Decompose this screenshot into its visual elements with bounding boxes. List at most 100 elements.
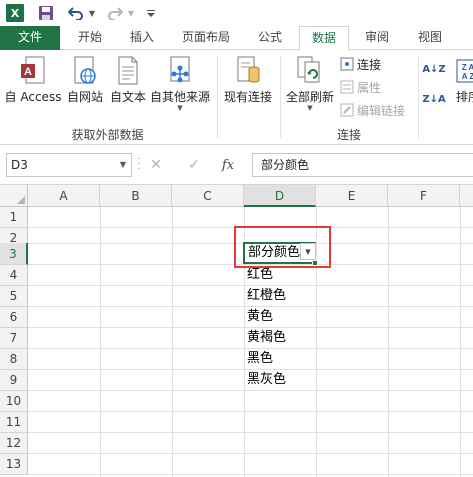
from-web-label: 自网站 bbox=[66, 90, 103, 104]
refresh-all-button[interactable]: 全部刷新 ▼ bbox=[284, 54, 336, 112]
sort-descending-button[interactable]: Z↓A bbox=[422, 90, 447, 108]
ribbon-tabs: 文件 开始 插入 页面布局 公式 数据 审阅 视图 bbox=[0, 26, 473, 51]
save-icon[interactable] bbox=[38, 4, 54, 22]
sort-label: 排序 bbox=[455, 90, 473, 104]
customize-qat-icon[interactable] bbox=[146, 4, 156, 22]
gridline bbox=[28, 411, 473, 412]
group-divider bbox=[280, 56, 281, 138]
tab-formulas[interactable]: 公式 bbox=[248, 26, 292, 50]
row-header-9[interactable]: 9 bbox=[0, 370, 28, 391]
column-header-d[interactable]: D bbox=[244, 185, 316, 207]
edit-links-button[interactable]: 编辑链接 bbox=[340, 101, 405, 119]
gridline bbox=[28, 474, 473, 475]
row-header-6[interactable]: 6 bbox=[0, 307, 28, 328]
ribbon-data: A 自 Access 自网站 自文本 自其他来源 ▼ 获取外部数据 现有连接 全… bbox=[0, 50, 473, 145]
gridline bbox=[388, 207, 389, 477]
group-divider bbox=[217, 56, 218, 138]
formula-bar: D3 ▼ · · · ✕ ✓ fx 部分颜色 bbox=[0, 145, 473, 185]
row-header-5[interactable]: 5 bbox=[0, 286, 28, 307]
sort-button[interactable]: Z AA Z 排序 bbox=[448, 54, 473, 104]
column-header-g[interactable] bbox=[460, 185, 473, 207]
row-header-1[interactable]: 1 bbox=[0, 207, 28, 228]
insert-function-icon[interactable]: fx bbox=[218, 155, 238, 175]
connections-label: 连接 bbox=[357, 57, 382, 72]
from-other-sources-label: 自其他来源 bbox=[150, 90, 211, 104]
edit-links-label: 编辑链接 bbox=[357, 103, 406, 118]
select-all-button[interactable] bbox=[0, 185, 28, 207]
quick-access-toolbar: X ▼ ▼ bbox=[0, 0, 473, 26]
existing-connections-button[interactable]: 现有连接 bbox=[220, 54, 276, 104]
text-file-icon bbox=[113, 54, 143, 88]
row-header-3[interactable]: 3 bbox=[0, 243, 28, 265]
enter-icon[interactable]: ✓ bbox=[184, 155, 204, 175]
row-header-13[interactable]: 13 bbox=[0, 454, 28, 475]
column-header-a[interactable]: A bbox=[28, 185, 100, 207]
from-text-label: 自文本 bbox=[109, 90, 146, 104]
column-header-b[interactable]: B bbox=[100, 185, 172, 207]
highlight-annotation-box bbox=[234, 226, 331, 268]
sort-ascending-button[interactable]: A↓Z bbox=[422, 60, 447, 78]
name-box[interactable]: D3 ▼ bbox=[6, 153, 132, 177]
row-header-12[interactable]: 12 bbox=[0, 433, 28, 454]
excel-logo-icon: X bbox=[6, 4, 24, 22]
refresh-all-label: 全部刷新 bbox=[285, 90, 334, 104]
properties-icon bbox=[340, 80, 354, 94]
group-label-connections: 连接 bbox=[336, 128, 361, 142]
cancel-icon[interactable]: ✕ bbox=[146, 155, 166, 175]
from-access-button[interactable]: A 自 Access bbox=[4, 54, 62, 104]
cell-d7[interactable]: 黄褐色 bbox=[244, 327, 316, 348]
row-header-4[interactable]: 4 bbox=[0, 265, 28, 286]
tab-view[interactable]: 视图 bbox=[408, 26, 452, 50]
cell-d9[interactable]: 黑灰色 bbox=[244, 369, 316, 390]
connections-icon bbox=[340, 57, 354, 71]
row-header-10[interactable]: 10 bbox=[0, 391, 28, 412]
svg-text:Z A: Z A bbox=[462, 63, 473, 72]
group-label-external-data: 获取外部数据 bbox=[71, 128, 144, 142]
gridline bbox=[172, 207, 173, 477]
formula-bar-grip-icon[interactable]: · · · bbox=[136, 155, 142, 175]
properties-button[interactable]: 属性 bbox=[340, 78, 381, 96]
row-header-7[interactable]: 7 bbox=[0, 328, 28, 349]
svg-text:A: A bbox=[24, 66, 32, 78]
sort-dialog-icon: Z AA Z bbox=[453, 54, 473, 88]
tab-data[interactable]: 数据 bbox=[299, 26, 349, 51]
tab-file[interactable]: 文件 bbox=[0, 26, 60, 50]
column-header-e[interactable]: E bbox=[316, 185, 388, 207]
column-header-c[interactable]: C bbox=[172, 185, 244, 207]
web-globe-icon bbox=[70, 54, 100, 88]
tab-insert[interactable]: 插入 bbox=[120, 26, 164, 50]
svg-text:A Z: A Z bbox=[462, 72, 473, 81]
existing-connections-icon bbox=[233, 54, 263, 88]
row-header-8[interactable]: 8 bbox=[0, 349, 28, 370]
properties-label: 属性 bbox=[357, 80, 382, 95]
undo-dropdown-icon[interactable]: ▼ bbox=[88, 4, 96, 22]
tab-home[interactable]: 开始 bbox=[68, 26, 112, 50]
undo-icon[interactable] bbox=[68, 4, 84, 22]
column-header-f[interactable]: F bbox=[388, 185, 460, 207]
redo-dropdown-icon[interactable]: ▼ bbox=[127, 4, 135, 22]
other-sources-icon bbox=[165, 54, 195, 88]
from-text-button[interactable]: 自文本 bbox=[107, 54, 149, 104]
gridline bbox=[28, 390, 473, 391]
row-header-11[interactable]: 11 bbox=[0, 412, 28, 433]
chevron-down-icon[interactable]: ▼ bbox=[120, 154, 126, 176]
cell-d6[interactable]: 黄色 bbox=[244, 306, 316, 327]
redo-icon[interactable] bbox=[107, 4, 123, 22]
from-web-button[interactable]: 自网站 bbox=[64, 54, 106, 104]
access-database-icon: A bbox=[18, 54, 48, 88]
cell-d5[interactable]: 红橙色 bbox=[244, 285, 316, 306]
formula-input[interactable]: 部分颜色 bbox=[252, 153, 473, 177]
group-divider bbox=[418, 56, 419, 138]
existing-connections-label: 现有连接 bbox=[223, 90, 272, 104]
cell-d8[interactable]: 黑色 bbox=[244, 348, 316, 369]
gridline bbox=[28, 453, 473, 454]
gridline bbox=[460, 207, 461, 477]
from-other-sources-button[interactable]: 自其他来源 ▼ bbox=[150, 54, 210, 112]
sort-ascending-icon: A↓Z bbox=[422, 63, 446, 75]
gridline bbox=[100, 207, 101, 477]
connections-button[interactable]: 连接 bbox=[340, 55, 381, 73]
tab-page-layout[interactable]: 页面布局 bbox=[172, 26, 240, 50]
worksheet-grid[interactable]: A B C D E F 1 2 3 4 5 6 7 8 9 10 11 12 1… bbox=[0, 185, 473, 477]
edit-links-icon bbox=[340, 103, 354, 117]
tab-review[interactable]: 审阅 bbox=[356, 26, 398, 50]
